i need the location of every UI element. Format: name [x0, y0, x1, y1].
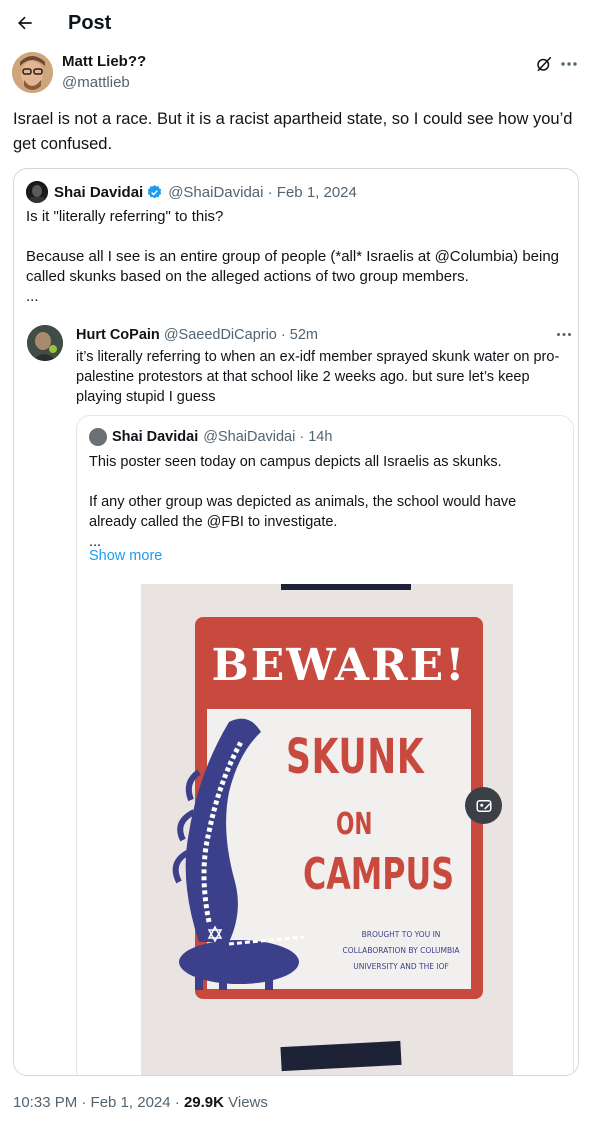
poster-on-text: ON: [336, 807, 373, 842]
post-author: Matt Lieb?? @mattlieb: [12, 50, 580, 100]
author-handle[interactable]: @mattlieb: [62, 74, 130, 91]
post-meta: 10:33 PM · Feb 1, 2024 · 29.9K Views: [13, 1094, 268, 1111]
tape-decoration: [280, 1040, 402, 1072]
grok-icon[interactable]: [534, 54, 554, 74]
poster-campus-text: CAMPUS: [303, 849, 455, 900]
views-label: Views: [223, 1094, 268, 1111]
back-button[interactable]: [8, 6, 42, 40]
inner-quote-author-name: Shai Davidai: [112, 429, 199, 445]
views-count: 29.9K: [183, 1094, 224, 1111]
alt-text-icon: [476, 799, 491, 812]
more-icon[interactable]: [558, 54, 580, 74]
tape-decoration: [281, 584, 411, 590]
quoted-post[interactable]: Shai Davidai @ShaiDavidai · Feb 1, 2024 …: [13, 168, 579, 1076]
avatar: [26, 181, 48, 203]
avatar: [89, 428, 107, 446]
poster-image[interactable]: BEWARE! SKUNK ON CAMPUS BROUGHT TO YOU I…: [141, 584, 513, 1075]
quoted-post-text: Is it "literally referring" to this? Bec…: [26, 208, 560, 305]
poster-brought-text: BROUGHT TO YOU IN COLLABORATION BY COLUM…: [342, 930, 460, 971]
more-icon: [554, 325, 574, 343]
page-title: Post: [68, 12, 112, 34]
inner-quote-header: Shai Davidai @ShaiDavidai · 14h: [89, 428, 332, 446]
avatar: [27, 325, 63, 361]
post-timestamp[interactable]: 10:33 PM · Feb 1, 2024 ·: [13, 1094, 184, 1111]
inner-quoted-post: Shai Davidai @ShaiDavidai · 14h This pos…: [76, 415, 574, 1075]
avatar[interactable]: [12, 52, 53, 93]
poster-beware-text: BEWARE!: [211, 640, 467, 691]
author-name[interactable]: Matt Lieb??: [62, 53, 146, 70]
reply-author-name: Hurt CoPain: [76, 327, 160, 343]
alt-text-button[interactable]: [465, 787, 502, 824]
quoted-handle-meta: @ShaiDavidai · Feb 1, 2024: [168, 183, 357, 201]
reply-handle-meta: @SaeedDiCaprio · 52m: [163, 327, 318, 343]
reply-header: Hurt CoPain @SaeedDiCaprio · 52m: [76, 327, 318, 343]
inner-quote-handle-meta: @ShaiDavidai · 14h: [203, 429, 333, 445]
quoted-author-name[interactable]: Shai Davidai: [54, 184, 143, 201]
show-more-link: Show more: [89, 548, 163, 564]
inner-quote-text: This poster seen today on campus depicts…: [89, 454, 517, 550]
quoted-post-header: Shai Davidai @ShaiDavidai · Feb 1, 2024: [26, 181, 357, 203]
poster-skunk-text: SKUNK: [286, 729, 425, 785]
post-text: Israel is not a race. But it is a racist…: [13, 110, 573, 153]
top-bar: Post: [0, 0, 590, 50]
back-arrow-icon: [18, 16, 32, 30]
embedded-screenshot: Hurt CoPain @SaeedDiCaprio · 52m it’s li…: [14, 323, 578, 1075]
reply-text: it’s literally referring to when an ex-i…: [76, 349, 560, 405]
verified-badge-icon: [146, 184, 163, 201]
